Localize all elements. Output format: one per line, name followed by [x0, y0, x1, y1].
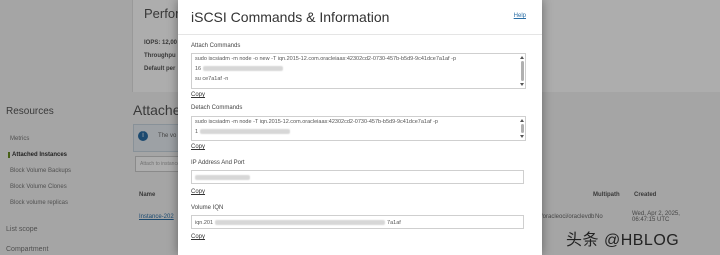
attach-commands-label: Attach Commands: [191, 43, 241, 49]
attach-line-2: 16: [192, 64, 525, 74]
detach-scrollbar[interactable]: [520, 119, 524, 138]
modal-divider: [178, 34, 542, 35]
ip-address-field[interactable]: [191, 170, 524, 184]
iqn-copy-link[interactable]: Copy: [191, 234, 205, 240]
attach-copy-link[interactable]: Copy: [191, 92, 205, 98]
ip-address-label: IP Address And Port: [191, 160, 245, 166]
attach-line-1: sudo iscsiadm -m node -o new -T iqn.2015…: [195, 56, 457, 62]
detach-copy-link[interactable]: Copy: [191, 144, 205, 150]
iscsi-modal: iSCSI Commands & Information Help Attach…: [178, 0, 542, 255]
watermark: 头条 @HBLOG: [566, 232, 680, 249]
attach-scrollbar[interactable]: [520, 56, 524, 86]
modal-title: iSCSI Commands & Information: [191, 9, 390, 25]
attach-line-3: su ce7a1af -n: [195, 76, 229, 82]
ip-copy-link[interactable]: Copy: [191, 189, 205, 195]
detach-commands-textarea[interactable]: sudo iscsiadm -m node -T iqn.2015-12.com…: [191, 116, 526, 141]
help-link[interactable]: Help: [514, 13, 526, 19]
attach-commands-textarea[interactable]: sudo iscsiadm -m node -o new -T iqn.2015…: [191, 53, 526, 89]
volume-iqn-label: Volume IQN: [191, 205, 224, 211]
detach-line-2: 1: [192, 127, 525, 137]
volume-iqn-field[interactable]: iqn.201 7a1af: [191, 215, 524, 229]
detach-commands-label: Detach Commands: [191, 105, 243, 111]
detach-line-1: sudo iscsiadm -m node -T iqn.2015-12.com…: [195, 119, 438, 125]
